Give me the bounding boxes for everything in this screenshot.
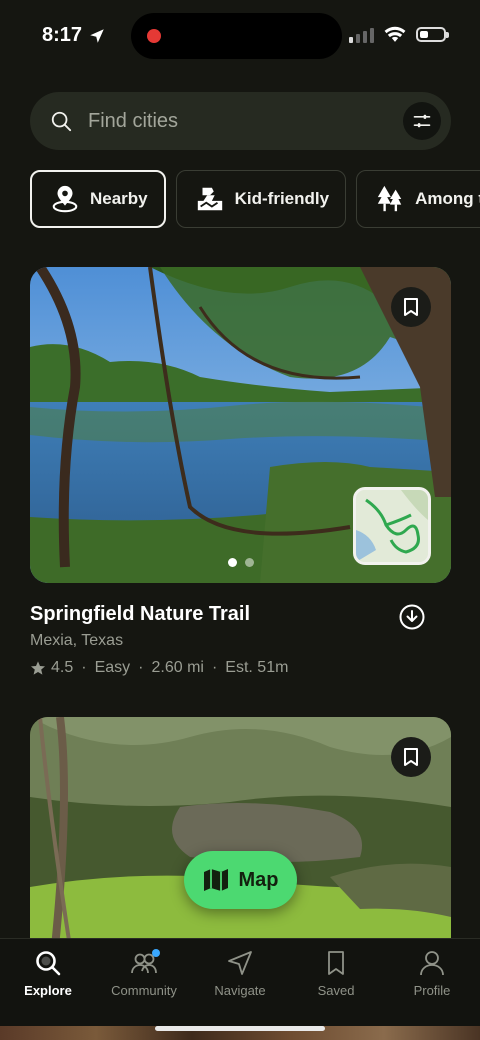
bookmark-icon	[404, 748, 418, 766]
map-button[interactable]: Map	[184, 851, 297, 909]
tab-label: Saved	[317, 983, 355, 998]
chip-label: Kid-friendly	[234, 189, 330, 208]
trail-estimate: Est. 51m	[225, 659, 289, 676]
location-pin-icon	[52, 185, 78, 213]
chip-nearby[interactable]: Nearby	[30, 170, 166, 228]
chip-among-trees[interactable]: Among trees	[356, 170, 480, 228]
bookmark-icon	[328, 951, 344, 975]
trail-distance: 2.60 mi	[151, 659, 204, 676]
recording-indicator	[147, 29, 161, 43]
bookmark-icon	[404, 298, 418, 316]
trail-difficulty: Easy	[94, 659, 131, 676]
navigate-icon	[228, 951, 252, 975]
location-arrow-icon	[90, 28, 104, 43]
profile-icon	[420, 951, 444, 976]
sliders-icon	[413, 114, 431, 128]
dynamic-island	[131, 13, 342, 59]
status-bar: 8:17	[0, 0, 480, 72]
pagination-dot-active	[227, 558, 237, 567]
bookmark-button[interactable]	[391, 737, 431, 777]
bookmark-button[interactable]	[391, 287, 431, 327]
home-indicator[interactable]	[155, 1026, 325, 1031]
tab-bar: Explore Community Navigate Saved Profile	[0, 938, 480, 1040]
status-time: 8:17	[42, 24, 106, 47]
search-icon	[36, 951, 61, 976]
notification-badge	[152, 949, 160, 957]
trail-location: Mexia, Texas	[30, 632, 124, 649]
tab-profile[interactable]: Profile	[384, 949, 480, 998]
trail-route-map	[356, 490, 428, 562]
trail-map-thumbnail[interactable]	[353, 487, 431, 565]
chip-label: Among trees	[415, 189, 480, 208]
tab-label: Navigate	[214, 983, 266, 998]
tab-navigate[interactable]: Navigate	[192, 949, 288, 998]
cellular-signal-icon	[349, 27, 374, 43]
trail-meta: 4.5 · Easy · 2.60 mi · Est. 51m	[30, 659, 288, 677]
battery-icon	[416, 27, 449, 42]
tab-label: Profile	[413, 983, 451, 998]
map-button-label: Map	[238, 868, 279, 891]
tab-label: Community	[111, 983, 177, 998]
trail-photo-pond	[30, 717, 451, 947]
download-icon[interactable]	[399, 604, 425, 630]
tab-label: Explore	[24, 983, 72, 998]
wifi-icon	[384, 26, 406, 42]
chip-label: Nearby	[90, 189, 148, 208]
trail-card-photo-2[interactable]	[30, 717, 451, 947]
pagination-dot	[244, 558, 254, 567]
trail-card-photo[interactable]	[30, 267, 451, 583]
star-icon	[31, 661, 45, 675]
filter-button[interactable]	[403, 102, 441, 140]
chip-kid-friendly[interactable]: Kid-friendly	[175, 170, 347, 228]
trees-icon	[377, 185, 402, 212]
filter-chips: Nearby Kid-friendly Among trees	[30, 170, 480, 228]
status-icons	[349, 26, 449, 43]
search-icon	[51, 111, 72, 132]
trail-name[interactable]: Springfield Nature Trail	[30, 603, 250, 626]
map-icon	[203, 869, 228, 891]
photo-pagination	[30, 558, 451, 567]
tab-explore[interactable]: Explore	[0, 949, 96, 998]
tab-saved[interactable]: Saved	[288, 949, 384, 998]
tab-community[interactable]: Community	[96, 949, 192, 998]
kid-friendly-icon	[197, 187, 222, 211]
search-bar[interactable]	[30, 92, 451, 150]
search-input[interactable]	[88, 109, 368, 133]
trail-rating: 4.5	[51, 659, 74, 676]
